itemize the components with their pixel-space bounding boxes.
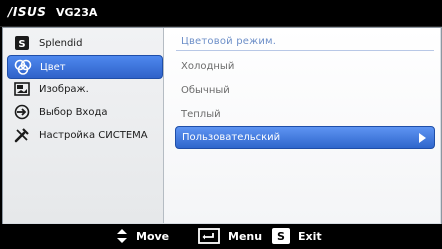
sidebar-item-input-select[interactable]: Выбор Входа bbox=[7, 101, 161, 123]
sidebar-item-label: Настройка СИСТЕМА bbox=[39, 129, 148, 141]
color-palette-icon bbox=[14, 58, 32, 76]
submenu-panel: Цветовой режим. Холодный Обычный Теплый … bbox=[164, 28, 440, 223]
sidebar-item-image[interactable]: Изображ. bbox=[7, 78, 161, 100]
move-label: Move bbox=[136, 229, 170, 243]
monitor-osd: /ISUS VG23A S Splendid Цвет Изображ. Выб… bbox=[0, 0, 442, 249]
menu-enter-icon bbox=[198, 228, 220, 244]
hint-bar: Move Menu S Exit bbox=[0, 224, 442, 249]
sidebar-item-system-setup[interactable]: Настройка СИСТЕМА bbox=[7, 124, 161, 146]
sidebar-item-splendid[interactable]: S Splendid bbox=[7, 32, 161, 54]
option-user-mode[interactable]: Пользовательский bbox=[175, 126, 435, 149]
option-normal[interactable]: Обычный bbox=[181, 85, 230, 96]
title-divider bbox=[176, 50, 434, 51]
exit-s-key-icon: S bbox=[272, 228, 290, 244]
sidebar-item-label: Выбор Входа bbox=[39, 106, 108, 118]
model-name: VG23A bbox=[56, 6, 98, 19]
option-cool[interactable]: Холодный bbox=[181, 61, 234, 72]
input-select-icon bbox=[13, 103, 31, 121]
menu-hint: Menu bbox=[198, 228, 262, 244]
sidebar-item-label: Цвет bbox=[40, 61, 66, 73]
sidebar-item-color[interactable]: Цвет bbox=[7, 55, 163, 79]
title-bar: /ISUS VG23A bbox=[0, 0, 442, 27]
tools-icon bbox=[13, 126, 31, 144]
main-menu: S Splendid Цвет Изображ. Выбор Входа Нас… bbox=[3, 28, 164, 223]
up-down-arrows-icon bbox=[116, 228, 128, 244]
splendid-s-icon: S bbox=[13, 34, 31, 52]
submenu-arrow-icon bbox=[419, 132, 426, 143]
svg-text:S: S bbox=[18, 39, 25, 50]
brand-logo: /ISUS bbox=[8, 5, 47, 19]
exit-label: Exit bbox=[298, 229, 322, 243]
image-icon bbox=[13, 80, 31, 98]
move-hint: Move bbox=[116, 228, 169, 244]
sidebar-item-label: Splendid bbox=[39, 37, 83, 49]
option-label: Пользовательский bbox=[182, 132, 281, 143]
option-warm[interactable]: Теплый bbox=[181, 109, 221, 120]
exit-hint: S Exit bbox=[272, 228, 322, 244]
menu-label: Menu bbox=[228, 229, 263, 243]
sidebar-item-label: Изображ. bbox=[39, 83, 89, 95]
panel-title: Цветовой режим. bbox=[181, 36, 277, 47]
